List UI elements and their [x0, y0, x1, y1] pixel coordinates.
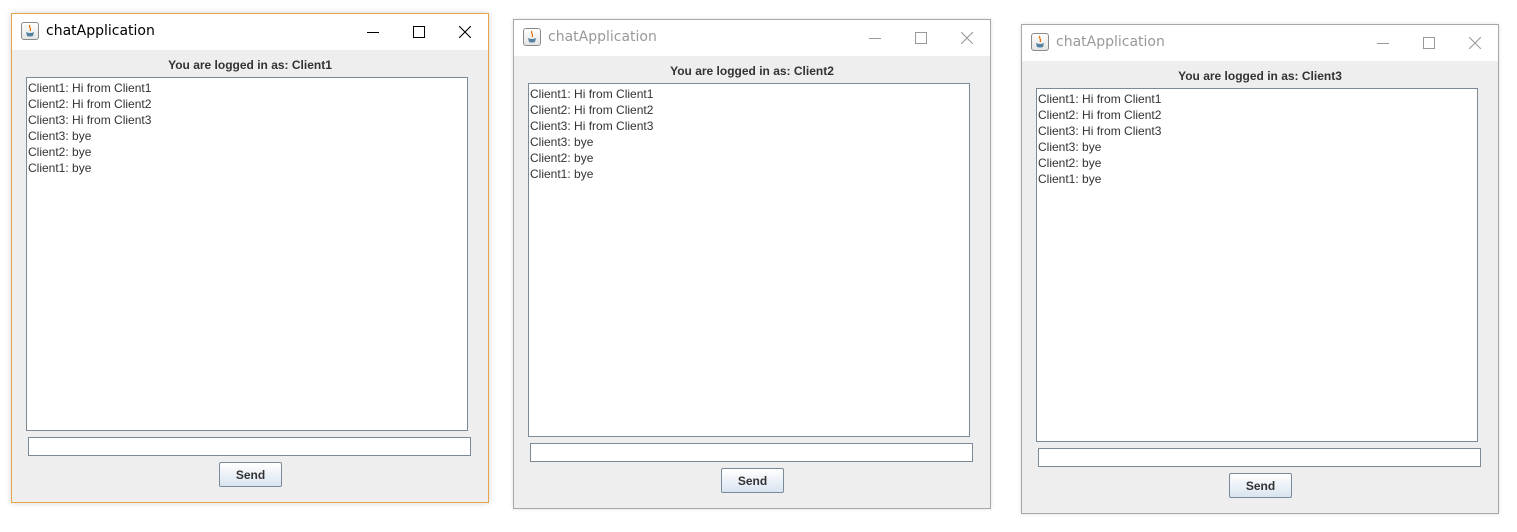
chat-message: Client3: Hi from Client3: [1038, 124, 1162, 138]
chat-history[interactable]: Client1: Hi from Client1 Client2: Hi fro…: [26, 77, 468, 431]
java-icon[interactable]: [523, 28, 541, 46]
chat-message: Client3: Hi from Client3: [530, 119, 654, 133]
close-button[interactable]: [1452, 25, 1498, 61]
java-icon[interactable]: [1031, 33, 1049, 51]
maximize-icon: [915, 32, 927, 44]
chat-message: Client2: bye: [530, 151, 594, 165]
message-input[interactable]: [1038, 448, 1481, 467]
chat-message: Client1: bye: [1038, 172, 1102, 186]
chat-message: Client2: Hi from Client2: [28, 97, 152, 111]
chat-message: Client2: bye: [28, 145, 92, 159]
close-icon: [459, 26, 471, 38]
message-input[interactable]: [530, 443, 973, 462]
chat-message: Client3: Hi from Client3: [28, 113, 152, 127]
chat-message: Client2: Hi from Client2: [1038, 108, 1162, 122]
window-title: chatApplication: [1056, 34, 1165, 50]
chat-message: Client2: bye: [1038, 156, 1102, 170]
minimize-button[interactable]: [1360, 25, 1406, 61]
chat-history[interactable]: Client1: Hi from Client1 Client2: Hi fro…: [1036, 88, 1478, 442]
close-button[interactable]: [442, 14, 488, 50]
close-icon: [961, 32, 973, 44]
chat-message: Client1: Hi from Client1: [28, 81, 152, 95]
maximize-icon: [1423, 37, 1435, 49]
title-bar[interactable]: chatApplication: [514, 20, 990, 56]
chat-message: Client3: bye: [530, 135, 594, 149]
logged-in-label: You are logged in as: Client1: [168, 58, 332, 72]
send-button[interactable]: Send: [721, 468, 784, 493]
chat-message: Client1: Hi from Client1: [530, 87, 654, 101]
chat-message: Client3: bye: [28, 129, 92, 143]
java-icon[interactable]: [21, 22, 39, 40]
minimize-icon: [869, 38, 881, 39]
close-button[interactable]: [944, 20, 990, 56]
maximize-button[interactable]: [396, 14, 442, 50]
window-title: chatApplication: [46, 23, 155, 39]
title-bar[interactable]: chatApplication: [12, 14, 488, 50]
minimize-icon: [1377, 43, 1389, 44]
close-icon: [1469, 37, 1481, 49]
minimize-icon: [367, 32, 379, 33]
maximize-icon: [413, 26, 425, 38]
message-input[interactable]: [28, 437, 471, 456]
logged-in-label: You are logged in as: Client2: [670, 64, 834, 78]
maximize-button[interactable]: [1406, 25, 1452, 61]
chat-window-client3: chatApplication You are logged in as: Cl…: [1021, 24, 1499, 514]
chat-message: Client1: bye: [530, 167, 594, 181]
logged-in-label: You are logged in as: Client3: [1178, 69, 1342, 83]
maximize-button[interactable]: [898, 20, 944, 56]
chat-window-client1: chatApplication You are logged in as: Cl…: [11, 13, 489, 503]
minimize-button[interactable]: [852, 20, 898, 56]
chat-message: Client1: bye: [28, 161, 92, 175]
minimize-button[interactable]: [350, 14, 396, 50]
chat-message: Client1: Hi from Client1: [1038, 92, 1162, 106]
chat-message: Client3: bye: [1038, 140, 1102, 154]
chat-history[interactable]: Client1: Hi from Client1 Client2: Hi fro…: [528, 83, 970, 437]
title-bar[interactable]: chatApplication: [1022, 25, 1498, 61]
window-title: chatApplication: [548, 29, 657, 45]
send-button[interactable]: Send: [219, 462, 282, 487]
send-button[interactable]: Send: [1229, 473, 1292, 498]
chat-window-client2: chatApplication You are logged in as: Cl…: [513, 19, 991, 509]
chat-message: Client2: Hi from Client2: [530, 103, 654, 117]
